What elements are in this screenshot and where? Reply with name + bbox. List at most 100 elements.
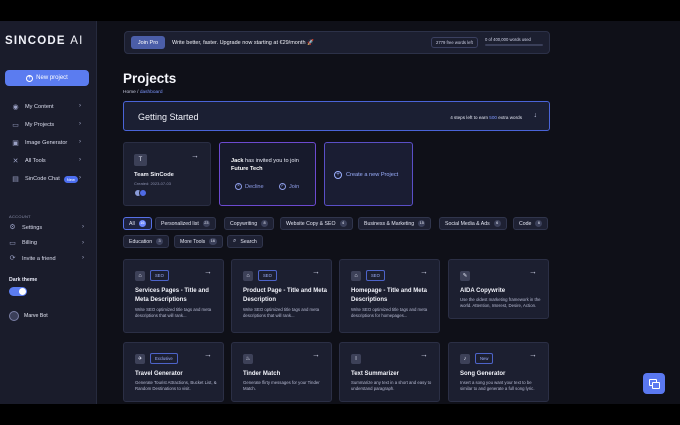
words-usage: 0 of 400,000 words used — [485, 37, 543, 46]
team-initial-tile: T — [134, 154, 147, 166]
tool-description: Write SEO optimized title tags and meta … — [243, 307, 320, 319]
chevron-right-icon: › — [79, 103, 81, 109]
sidebar-item-invite[interactable]: ⟳ Invite a friend › — [0, 251, 97, 267]
team-name: Team SinCode — [134, 172, 174, 178]
tool-description: Summarize any text in a short and easy t… — [351, 380, 432, 392]
steps-highlight: 500 — [489, 115, 497, 120]
tool-title: Homepage - Title and Meta Descriptions — [351, 288, 427, 303]
plus-circle-icon: + — [26, 74, 34, 82]
tool-description: Write SEO optimized title tags and meta … — [135, 307, 212, 319]
tool-card[interactable]: ⌂ SEO → Services Pages - Title and Meta … — [123, 259, 224, 333]
filter-label: Business & Marketing — [364, 220, 415, 227]
account-section-label: ACCOUNT — [9, 214, 31, 219]
search-icon: ⌕ — [233, 238, 237, 244]
create-project-card[interactable]: + Create a new Project — [324, 142, 413, 206]
sidebar-item-label: My Content — [25, 104, 54, 110]
tool-description: Use the oldest marketing framework in th… — [460, 297, 541, 309]
main-content: Join Pro Write better, faster. Upgrade n… — [97, 21, 680, 404]
store-icon: ⌂ — [243, 271, 253, 281]
filter-count: 15 — [418, 220, 426, 227]
logo[interactable]: SINCODE AI — [5, 35, 83, 47]
dark-theme-label: Dark theme — [9, 277, 38, 283]
sidebar-item-my-content[interactable]: ◉ My Content › — [0, 98, 97, 116]
tool-card[interactable]: ♪ New → Song Generator Insert a song you… — [448, 342, 549, 402]
search-button[interactable]: ⌕ Search — [227, 235, 263, 248]
arrow-right-icon: → — [204, 267, 212, 276]
app-window: SINCODE AI + New project ◉ My Content › … — [0, 21, 680, 404]
chevron-right-icon: › — [79, 121, 81, 127]
free-words-badge: 2779 free words left — [431, 37, 478, 48]
filter-chip-business[interactable]: Business & Marketing 15 — [358, 217, 432, 230]
join-pro-button[interactable]: Join Pro — [131, 36, 165, 49]
filter-count: 3 — [156, 238, 164, 245]
tool-title: Product Page - Title and Meta Descriptio… — [243, 288, 327, 303]
dark-theme-toggle[interactable] — [9, 287, 27, 296]
tool-badge: SEO — [150, 270, 169, 281]
filter-count: 23 — [202, 220, 211, 227]
upgrade-text: Write better, faster. Upgrade now starti… — [172, 39, 314, 46]
new-project-button[interactable]: + New project — [5, 70, 89, 86]
tool-card[interactable]: ⌂ SEO → Product Page - Title and Meta De… — [231, 259, 332, 333]
tool-card[interactable]: ♨ → Tinder Match Generate flirty message… — [231, 342, 332, 402]
filter-chip-education[interactable]: Education 3 — [123, 235, 170, 248]
tool-badge: SEO — [366, 270, 385, 281]
sidebar-item-settings[interactable]: ⚙ Settings › — [0, 220, 97, 236]
filter-count: 6 — [493, 220, 501, 227]
sidebar-item-sincode-chat[interactable]: ▤ SinCode Chat New › — [0, 170, 97, 188]
sidebar-item-label: SinCode Chat — [25, 176, 60, 182]
logo-text: SINCODE — [5, 35, 66, 47]
arrow-right-icon: → — [420, 350, 428, 359]
sidebar-item-billing[interactable]: ▭ Billing › — [0, 236, 97, 252]
filter-label: Copywriting — [230, 220, 258, 227]
chevron-right-icon: › — [79, 175, 81, 181]
filter-count: 6 — [535, 220, 543, 227]
sidebar-item-label: All Tools — [25, 158, 46, 164]
filter-chip-more-tools[interactable]: More Tools 16 — [174, 235, 223, 248]
filter-chip-website-seo[interactable]: Website Copy & SEO 4 — [280, 217, 353, 230]
search-label: Search — [240, 238, 257, 245]
filter-chip-all[interactable]: All 16 — [123, 217, 152, 230]
invite-text: Jack has invited you to join Future Tech — [231, 158, 311, 173]
arrow-right-icon: → — [529, 350, 537, 359]
close-icon: × — [235, 183, 242, 190]
content-icon: ◉ — [12, 103, 19, 111]
team-created-date: Created: 2023-07-03 — [134, 181, 171, 186]
chevron-right-icon: › — [82, 255, 84, 261]
tool-card[interactable]: ⌂ SEO → Homepage - Title and Meta Descri… — [339, 259, 440, 333]
image-icon: ▣ — [12, 139, 19, 147]
invite-team-name: Future Tech — [231, 165, 263, 172]
sidebar-item-all-tools[interactable]: ✕ All Tools › — [0, 152, 97, 170]
decline-button[interactable]: × Decline — [235, 183, 264, 190]
breadcrumb-home[interactable]: Home / — [123, 90, 138, 95]
sidebar-item-my-projects[interactable]: ▭ My Projects › — [0, 116, 97, 134]
arrow-down-icon[interactable]: ↓ — [534, 112, 538, 119]
sidebar-item-image-generator[interactable]: ▣ Image Generator › — [0, 134, 97, 152]
getting-started-panel[interactable]: Getting Started 4 steps left to earn 500… — [123, 101, 550, 131]
user-profile[interactable]: Marve Bot — [9, 311, 48, 321]
avatar — [139, 189, 147, 197]
chevron-right-icon: › — [79, 157, 81, 163]
new-project-label: New project — [36, 75, 68, 81]
member-avatars — [134, 189, 150, 197]
tool-card[interactable]: ✈ Exclusive → Travel Generator Generate … — [123, 342, 224, 402]
words-used-text: 0 of 400,000 words used — [485, 37, 531, 42]
check-icon: ✓ — [279, 183, 286, 190]
sidebar: SINCODE AI + New project ◉ My Content › … — [0, 21, 97, 404]
chat-widget-button[interactable] — [643, 373, 665, 394]
filter-chip-personalized[interactable]: Personalized list 23 — [155, 217, 217, 230]
travel-icon: ✈ — [135, 354, 145, 364]
store-icon: ⌂ — [135, 271, 145, 281]
filter-chip-code[interactable]: Code 6 — [513, 217, 549, 230]
sidebar-item-label: Settings — [22, 224, 43, 231]
tool-card[interactable]: ✎ → AIDA Copywrite Use the oldest market… — [448, 259, 549, 319]
tool-badge: Exclusive — [150, 353, 178, 364]
filter-chip-social[interactable]: Social Media & Ads 6 — [439, 217, 507, 230]
tool-card[interactable]: Ι → Text Summarizer Summarize any text i… — [339, 342, 440, 402]
join-button[interactable]: ✓ Join — [279, 183, 299, 190]
create-project-label: Create a new Project — [346, 172, 399, 178]
tool-description: Generate Tourist Attractions, Bucket Lis… — [135, 380, 217, 392]
arrow-right-icon: → — [312, 350, 320, 359]
filter-chip-copywriting[interactable]: Copywriting 8 — [224, 217, 275, 230]
team-project-card[interactable]: T → Team SinCode Created: 2023-07-03 — [123, 142, 211, 206]
filter-label: Personalized list — [161, 220, 199, 227]
